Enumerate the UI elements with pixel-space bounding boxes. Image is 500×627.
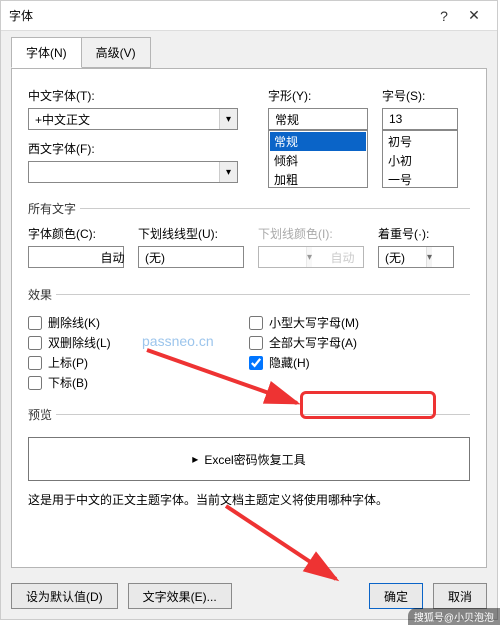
list-item[interactable]: 初号 (384, 132, 456, 151)
annotation-box (300, 391, 436, 419)
help-icon[interactable]: ? (429, 8, 459, 24)
effects-group: 效果 删除线(K) 双删除线(L) 上标(P) 下标(B) 小型大写字母(M) … (28, 286, 470, 394)
list-item[interactable]: 加粗 (270, 170, 366, 188)
cancel-button[interactable]: 取消 (433, 583, 487, 609)
west-font-input[interactable] (29, 162, 219, 182)
cn-font-label: 中文字体(T): (28, 87, 238, 104)
underline-color-label: 下划线颜色(I): (258, 225, 364, 242)
underline-style-combo[interactable]: ▾ (138, 246, 244, 268)
hidden-checkbox[interactable]: 隐藏(H) (249, 354, 470, 371)
watermark: passneo.cn (142, 333, 214, 349)
list-item[interactable]: 常规 (270, 132, 366, 151)
titlebar: 字体 ? ✕ (1, 1, 497, 31)
ok-button[interactable]: 确定 (369, 583, 423, 609)
attribution: 搜狐号@小贝泡泡 (408, 608, 500, 625)
font-color-combo[interactable]: ▾ (28, 246, 124, 268)
superscript-checkbox[interactable]: 上标(P) (28, 354, 249, 371)
preview-group: 预览 ▸Excel密码恢复工具 这是用于中文的正文主题字体。当前文档主题定义将使… (28, 406, 470, 508)
effects-legend: 效果 (28, 286, 56, 303)
allcaps-checkbox[interactable]: 全部大写字母(A) (249, 334, 470, 351)
dstrike-checkbox[interactable]: 双删除线(L) (28, 334, 249, 351)
underline-color-combo: ▾ (258, 246, 364, 268)
style-label: 字形(Y): (268, 87, 368, 104)
list-item[interactable]: 小初 (384, 151, 456, 170)
subscript-checkbox[interactable]: 下标(B) (28, 374, 249, 391)
style-input-wrap[interactable] (268, 108, 368, 130)
panel: 中文字体(T): ▾ 西文字体(F): ▾ 字形(Y): 常规 倾斜 (11, 68, 487, 568)
west-font-label: 西文字体(F): (28, 140, 238, 157)
tab-font[interactable]: 字体(N) (11, 37, 82, 68)
chevron-down-icon: ▾ (426, 247, 432, 267)
preview-text: Excel密码恢复工具 (204, 451, 305, 468)
cn-font-input[interactable] (29, 109, 219, 129)
tab-advanced[interactable]: 高级(V) (81, 37, 151, 68)
preview-legend: 预览 (28, 406, 56, 423)
dialog-title: 字体 (9, 7, 429, 24)
footer: 设为默认值(D) 文字效果(E)... 确定 取消 (11, 583, 487, 609)
chevron-down-icon[interactable]: ▾ (219, 162, 237, 182)
west-font-combo[interactable]: ▾ (28, 161, 238, 183)
list-item[interactable]: 一号 (384, 170, 456, 188)
set-default-button[interactable]: 设为默认值(D) (11, 583, 118, 609)
size-label: 字号(S): (382, 87, 458, 104)
preview-desc: 这是用于中文的正文主题字体。当前文档主题定义将使用哪种字体。 (28, 491, 470, 508)
all-text-legend: 所有文字 (28, 200, 80, 217)
preview-box: ▸Excel密码恢复工具 (28, 437, 470, 481)
list-item[interactable]: 倾斜 (270, 151, 366, 170)
size-input-wrap[interactable] (382, 108, 458, 130)
all-text-group: 所有文字 字体颜色(C): ▾ 下划线线型(U): ▾ 下划线颜色(I): ▾ … (28, 200, 470, 274)
smallcaps-checkbox[interactable]: 小型大写字母(M) (249, 314, 470, 331)
style-listbox[interactable]: 常规 倾斜 加粗 (268, 130, 368, 188)
text-effects-button[interactable]: 文字效果(E)... (128, 583, 232, 609)
strike-checkbox[interactable]: 删除线(K) (28, 314, 249, 331)
chevron-down-icon[interactable]: ▾ (219, 109, 237, 129)
size-input[interactable] (383, 109, 500, 129)
cn-font-combo[interactable]: ▾ (28, 108, 238, 130)
close-icon[interactable]: ✕ (459, 7, 489, 24)
font-dialog: 字体 ? ✕ 字体(N) 高级(V) 中文字体(T): ▾ 西文字体(F): ▾ (0, 0, 498, 620)
font-color-label: 字体颜色(C): (28, 225, 124, 242)
size-listbox[interactable]: 初号 小初 一号 (382, 130, 458, 188)
underline-style-label: 下划线线型(U): (138, 225, 244, 242)
tab-strip: 字体(N) 高级(V) (1, 31, 497, 68)
emphasis-label: 着重号(·): (378, 225, 454, 242)
